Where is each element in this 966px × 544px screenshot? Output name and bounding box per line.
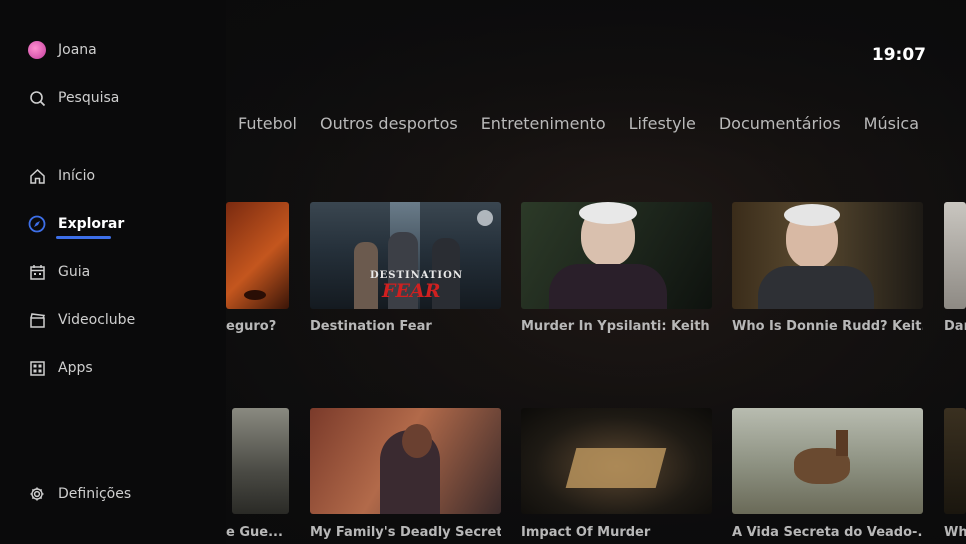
card-title: Murder In Ypsilanti: Keith ... [521,319,712,334]
card-art-deer-head [836,430,848,456]
category-tabs: Futebol Outros desportos Entretenimento … [238,114,942,133]
content-card[interactable] [521,408,712,514]
home-icon [28,167,46,185]
tab-lifestyle[interactable]: Lifestyle [629,114,696,133]
tab-entretenimento[interactable]: Entretenimento [481,114,606,133]
tab-musica[interactable]: Música [864,114,919,133]
sidebar-item-apps[interactable]: Apps [28,356,93,380]
card-title: My Family's Deadly Secret [310,525,501,540]
settings-item[interactable]: Definições [28,482,131,506]
card-art-detail [244,290,266,300]
sidebar-item-guia[interactable]: Guia [28,260,90,284]
profile-item[interactable]: Joana [28,38,97,62]
card-art-body [758,266,874,309]
active-indicator [56,236,111,239]
content-card[interactable] [232,408,289,514]
sidebar-item-label: Apps [58,360,93,376]
card-art-body [549,264,667,309]
card-title: e Gue... [226,525,283,540]
tab-outros-desportos[interactable]: Outros desportos [320,114,458,133]
card-art-hair [579,202,637,224]
card-art-hair [784,204,840,226]
content-card[interactable] [226,202,289,309]
content-card-destination-fear[interactable]: DESTINATION FEAR [310,202,501,309]
compass-icon [28,215,46,233]
sidebar: Joana Pesquisa Início Explorar Guia Vide… [0,0,226,544]
avatar [28,41,46,59]
content-card[interactable] [944,408,966,514]
content-card[interactable] [310,408,501,514]
settings-label: Definições [58,486,132,502]
card-art-object [565,448,667,488]
sidebar-item-videoclube[interactable]: Videoclube [28,308,135,332]
calendar-icon [28,263,46,281]
card-title: Dar [944,319,966,334]
content-card[interactable] [732,202,923,309]
apps-grid-icon [28,359,46,377]
card-title: Wh [944,525,966,540]
sidebar-item-label: Guia [58,264,91,280]
content-card[interactable] [732,408,923,514]
gear-icon [28,485,46,503]
sidebar-item-explorar[interactable]: Explorar [28,212,124,236]
card-title: A Vida Secreta do Veado-... [732,525,923,540]
content-card[interactable] [521,202,712,309]
card-title: eguro? [226,319,277,334]
sidebar-item-label: Início [58,168,96,184]
tab-documentarios[interactable]: Documentários [719,114,841,133]
search-item[interactable]: Pesquisa [28,86,119,110]
sidebar-item-label: Explorar [58,216,125,232]
card-art-title-bottom: FEAR [382,280,441,302]
clapper-icon [28,311,46,329]
content-card[interactable] [944,202,966,309]
search-label: Pesquisa [58,90,120,106]
sidebar-item-label: Videoclube [58,312,136,328]
sidebar-item-inicio[interactable]: Início [28,164,95,188]
search-icon [28,89,46,107]
profile-name: Joana [58,42,97,58]
card-title: Impact Of Murder [521,525,651,540]
clock: 19:07 [871,45,926,65]
card-title: Who Is Donnie Rudd? Keit... [732,319,923,334]
card-art-head [402,424,432,458]
channel-logo-icon [477,210,493,226]
card-title: Destination Fear [310,319,432,334]
tab-futebol[interactable]: Futebol [238,114,297,133]
